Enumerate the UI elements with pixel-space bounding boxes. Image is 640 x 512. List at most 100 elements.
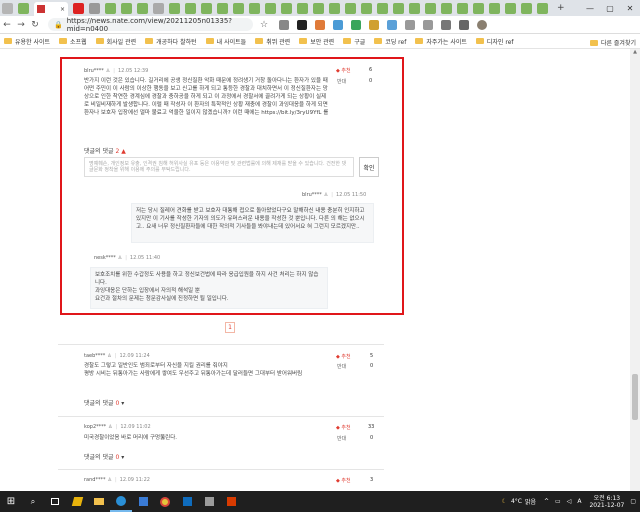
bookmark-folder[interactable]: 회사일 관련 [95,37,136,46]
tab[interactable] [18,2,29,14]
extension-icon[interactable] [333,19,343,30]
extension-icon[interactable] [369,19,379,30]
tab[interactable] [297,2,308,14]
tab[interactable] [201,2,212,14]
tab[interactable] [441,2,452,14]
bookmark-folder[interactable]: 유용한 사이트 [4,37,50,46]
edge-icon[interactable] [110,491,132,512]
extension-icon[interactable] [315,19,325,30]
tab[interactable] [105,2,116,14]
tab[interactable] [73,2,84,14]
bookmark-folder[interactable]: 코딩 ref [374,37,406,46]
maximize-icon[interactable]: ▢ [600,0,620,16]
tab[interactable] [137,2,148,14]
tab[interactable] [281,2,292,14]
scrollbar[interactable]: ▲ [630,49,640,491]
tab[interactable] [185,2,196,14]
tab[interactable] [473,2,484,14]
extension-icon[interactable] [423,19,433,30]
tab[interactable] [361,2,372,14]
bookmark-folder[interactable]: 소프웹 [59,37,87,46]
tab[interactable] [521,2,532,14]
extension-icon[interactable] [297,19,307,30]
tab[interactable] [409,2,420,14]
vote-down[interactable]: 반대 [337,78,346,85]
tab[interactable] [121,2,132,14]
tab-active[interactable]: × [34,2,68,16]
app-icon[interactable] [220,491,242,512]
reply-input[interactable]: 명예훼손, 개인정보 유출, 인격권 침해 허위사실 유포 등은 이용약관 및 … [84,157,354,177]
volume-icon[interactable]: ◁ [567,498,572,505]
comment-user[interactable]: rand**** [84,477,105,483]
task-view-icon[interactable] [44,491,66,512]
url-field[interactable]: 🔒 https://news.nate.com/view/20211205n01… [48,17,253,33]
store-icon[interactable] [132,491,154,512]
tab[interactable] [249,2,260,14]
tab[interactable] [505,2,516,14]
reply-toggle[interactable]: 댓글의 댓글 0 ▾ [84,398,124,407]
ime-indicator[interactable]: A [577,498,581,505]
tab[interactable] [313,2,324,14]
tab[interactable] [153,2,164,14]
comment-user[interactable]: kop2**** [84,424,106,430]
extension-icon[interactable] [459,19,469,30]
app-icon[interactable] [66,491,88,512]
bookmark-folder[interactable]: 자주가는 사이트 [415,37,467,46]
tab[interactable] [393,2,404,14]
reload-icon[interactable]: ↻ [28,20,42,30]
extension-icon[interactable] [441,19,451,30]
weather-icon[interactable]: ☾ [502,498,507,505]
bookmark-folder[interactable]: 보안 관련 [299,37,334,46]
reply-user[interactable]: blru**** [302,192,322,198]
tab[interactable] [169,2,180,14]
tab[interactable] [89,2,100,14]
tab[interactable] [489,2,500,14]
star-icon[interactable]: ☆ [257,20,271,30]
extension-icon[interactable] [387,19,397,30]
reply-toggle[interactable]: 댓글의 댓글 2 ▲ [84,146,126,155]
other-bookmarks[interactable]: 다른 즐겨찾기 [589,38,636,47]
reply-user[interactable]: nesk**** [94,255,116,261]
tab[interactable] [457,2,468,14]
scroll-thumb[interactable] [632,374,638,420]
search-icon[interactable]: ⌕ [22,491,44,512]
extension-icon[interactable] [279,19,289,30]
clock[interactable]: 오전 6:13 2021-12-07 [589,495,624,509]
tab[interactable] [377,2,388,14]
forward-icon[interactable]: → [14,20,28,30]
vote-up[interactable]: ◆ 추천 [336,424,351,431]
app-icon[interactable] [198,491,220,512]
tab[interactable] [265,2,276,14]
notification-icon[interactable]: ▢ [630,498,636,505]
bookmark-folder[interactable]: 구글 [343,37,365,46]
tab[interactable] [217,2,228,14]
bookmark-folder[interactable]: 취뷔 관련 [255,37,290,46]
page-1-button[interactable]: 1 [225,322,235,333]
tab[interactable] [2,2,13,14]
vote-up[interactable]: ◆ 추천 [336,353,351,360]
network-icon[interactable]: ▭ [555,498,561,505]
profile-avatar[interactable] [477,19,487,30]
vote-up[interactable]: ◆ 추천 [336,477,351,484]
bookmark-folder[interactable]: 디자인 ref [475,37,514,46]
vote-down[interactable]: 반대 [337,363,346,370]
chrome-icon[interactable] [154,491,176,512]
vote-up[interactable]: ◆ 추천 [336,67,351,74]
outlook-icon[interactable] [176,491,198,512]
extension-icon[interactable] [351,19,361,30]
extension-icon[interactable] [405,19,415,30]
reply-toggle[interactable]: 댓글의 댓글 0 ▾ [84,452,124,461]
tab[interactable] [345,2,356,14]
scroll-up-icon[interactable]: ▲ [630,49,640,59]
tab[interactable] [537,2,548,14]
bookmark-folder[interactable]: 내 사이트들 [205,37,246,46]
bookmark-folder[interactable]: 개공하다 찰하턴 [145,37,197,46]
tab[interactable] [233,2,244,14]
new-tab-button[interactable]: + [557,3,565,13]
tab-close-icon[interactable]: × [60,6,65,13]
start-icon[interactable]: ⊞ [0,491,22,512]
back-icon[interactable]: ← [0,20,14,30]
comment-user[interactable]: blru**** [84,68,104,74]
confirm-button[interactable]: 확인 [359,157,379,177]
file-explorer-icon[interactable] [88,491,110,512]
